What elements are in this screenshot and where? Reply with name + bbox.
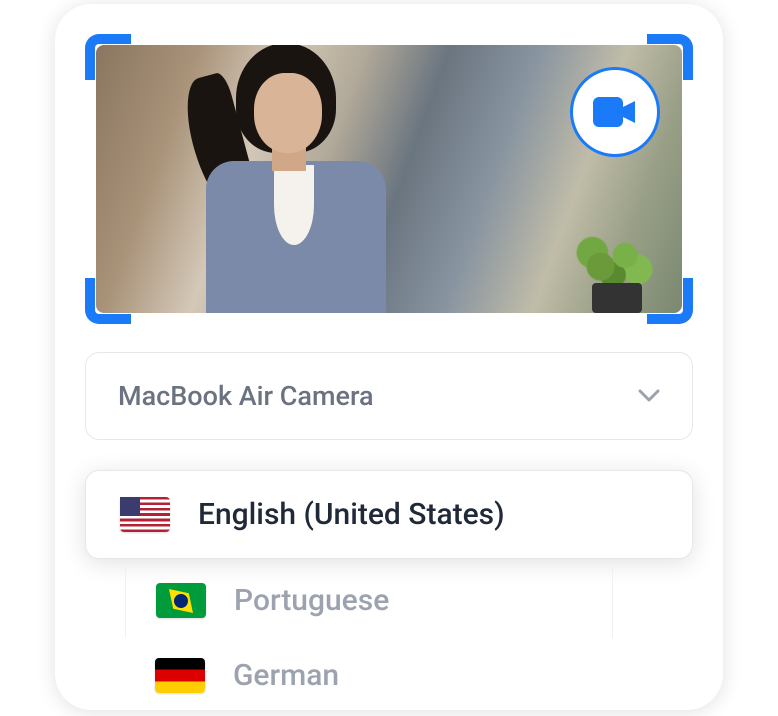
record-button[interactable] [570, 67, 660, 157]
frame-corner [647, 278, 693, 324]
camera-select-label: MacBook Air Camera [118, 380, 374, 412]
language-option-german[interactable]: German [125, 638, 613, 710]
flag-br-icon [156, 583, 206, 618]
camera-preview [96, 45, 682, 313]
camera-select[interactable]: MacBook Air Camera [85, 352, 693, 440]
frame-corner [647, 34, 693, 80]
language-label: German [233, 658, 339, 693]
flag-us-icon [120, 497, 170, 532]
frame-corner [85, 278, 131, 324]
flag-de-icon [155, 658, 205, 693]
video-camera-icon [593, 97, 637, 127]
language-option-portuguese[interactable]: Portuguese [125, 563, 613, 638]
person-image [146, 45, 426, 313]
language-list: English (United States) Portuguese Germa… [85, 470, 693, 710]
video-preview-frame [85, 34, 693, 324]
language-label: English (United States) [198, 497, 505, 532]
settings-card: MacBook Air Camera English (United State… [55, 4, 723, 710]
chevron-down-icon [638, 389, 660, 403]
language-option-english[interactable]: English (United States) [85, 470, 693, 559]
language-label: Portuguese [234, 583, 389, 618]
frame-corner [85, 34, 131, 80]
